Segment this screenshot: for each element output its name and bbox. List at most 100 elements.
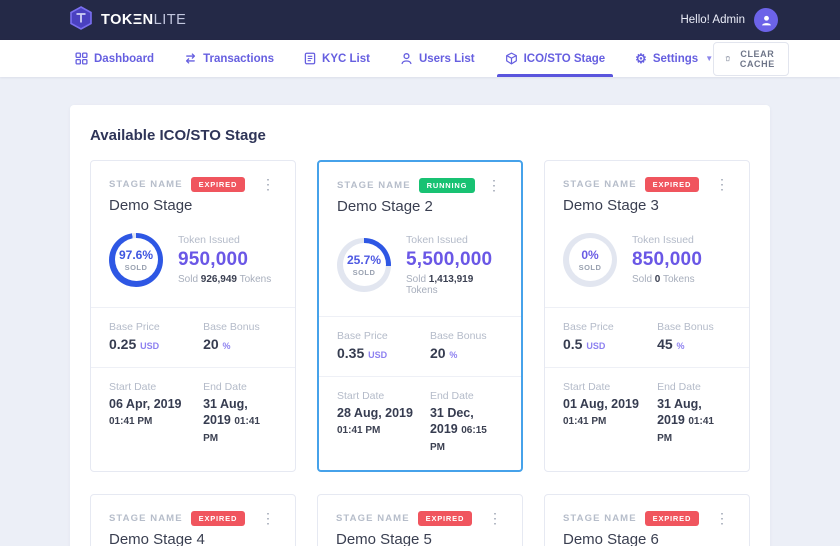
stage-card: STAGE NAME RUNNING ⋮ Demo Stage 2 25.7% … [317,160,523,472]
base-bonus-cell: Base Bonus 45 % [657,321,731,352]
start-date-cell: Start Date 06 Apr, 2019 01:41 PM [109,381,203,447]
token-issued-block: Token Issued 850,000 Sold 0 Tokens [632,234,702,285]
base-price-value: 0.5 [563,336,582,352]
status-badge: EXPIRED [645,177,700,192]
token-issued-block: Token Issued 950,000 Sold 926,949 Tokens [178,234,271,285]
topbar: TOKΞNLITE Hello! Admin [0,0,840,40]
user-icon [400,52,413,65]
kebab-menu-icon[interactable]: ⋮ [259,177,277,191]
clear-cache-button[interactable]: CLEAR CACHE [713,42,789,76]
nav-item-transactions[interactable]: Transactions [184,40,274,77]
stages-panel: Available ICO/STO Stage STAGE NAME EXPIR… [70,105,770,546]
nav-item-dashboard[interactable]: Dashboard [75,40,154,77]
stage-title: Demo Stage 6 [563,531,731,546]
status-badge: EXPIRED [191,177,246,192]
tokenlite-hexagon-icon [68,5,94,36]
end-date-label: End Date [430,390,503,402]
stage-name-label: STAGE NAME [336,513,410,524]
stage-card: STAGE NAME EXPIRED ⋮ Demo Stage 6 0% SOL… [544,494,750,546]
kebab-menu-icon[interactable]: ⋮ [485,178,503,192]
nav-item-kyc-list[interactable]: KYC List [304,40,370,77]
sold-tokens-line: Sold 1,413,919 Tokens [406,274,503,296]
stage-title: Demo Stage 5 [336,531,504,546]
token-issued-label: Token Issued [406,234,503,246]
stage-name-label: STAGE NAME [563,513,637,524]
status-badge: EXPIRED [645,511,700,526]
base-bonus-unit: % [223,341,231,351]
start-date-label: Start Date [337,390,430,402]
sold-tokens-value: 1,413,919 [429,274,474,285]
base-price-label: Base Price [109,321,203,333]
kebab-menu-icon[interactable]: ⋮ [259,511,277,525]
stage-title: Demo Stage 4 [109,531,277,546]
end-date-cell: End Date 31 Dec, 2019 06:15 PM [430,390,503,456]
stage-card: STAGE NAME EXPIRED ⋮ Demo Stage 5 0% SOL… [317,494,523,546]
stage-title: Demo Stage 2 [337,198,503,215]
status-badge: EXPIRED [191,511,246,526]
end-date-cell: End Date 31 Aug, 2019 01:41 PM [203,381,277,447]
sold-progress-ring: 97.6% SOLD [109,233,163,287]
sold-label: SOLD [353,268,376,277]
cube-icon [505,52,518,65]
start-date-label: Start Date [563,381,657,393]
base-price-unit: USD [140,341,159,351]
base-price-label: Base Price [337,330,430,342]
kebab-menu-icon[interactable]: ⋮ [713,511,731,525]
brand-logo[interactable]: TOKΞNLITE [68,5,186,36]
sold-tokens-value: 0 [655,274,661,285]
nav-item-settings[interactable]: ⚙ Settings ▼ [635,40,713,77]
kebab-menu-icon[interactable]: ⋮ [713,177,731,191]
user-avatar[interactable] [754,8,778,32]
base-price-cell: Base Price 0.25 USD [109,321,203,352]
token-issued-block: Token Issued 5,500,000 Sold 1,413,919 To… [406,234,503,296]
start-date-cell: Start Date 01 Aug, 2019 01:41 PM [563,381,657,447]
sold-percent-value: 0% [581,248,598,262]
stage-card: STAGE NAME EXPIRED ⋮ Demo Stage 97.6% SO… [90,160,296,472]
base-bonus-cell: Base Bonus 20 % [430,330,503,361]
page-title: Available ICO/STO Stage [90,127,750,144]
nav-item-users-list[interactable]: Users List [400,40,475,77]
base-bonus-value: 20 [430,345,446,361]
sold-progress-ring: 25.7% SOLD [337,238,391,292]
trash-icon [725,53,730,64]
stage-card-grid: STAGE NAME EXPIRED ⋮ Demo Stage 97.6% SO… [90,160,750,546]
start-time-value: 01:41 PM [563,416,606,427]
dates-row: Start Date 01 Aug, 2019 01:41 PM End Dat… [545,367,749,462]
base-price-cell: Base Price 0.35 USD [337,330,430,361]
person-icon [760,14,773,27]
chevron-down-icon: ▼ [705,54,713,63]
base-bonus-unit: % [449,350,457,360]
start-date-label: Start Date [109,381,203,393]
sold-tokens-line: Sold 0 Tokens [632,274,702,285]
base-bonus-label: Base Bonus [657,321,731,333]
token-issued-label: Token Issued [632,234,702,246]
greeting-text: Hello! Admin [680,14,745,26]
sold-tokens-line: Sold 926,949 Tokens [178,274,271,285]
base-bonus-label: Base Bonus [203,321,277,333]
token-issued-label: Token Issued [178,234,271,246]
stage-name-label: STAGE NAME [337,180,411,191]
base-bonus-label: Base Bonus [430,330,503,342]
kebab-menu-icon[interactable]: ⋮ [486,511,504,525]
base-bonus-cell: Base Bonus 20 % [203,321,277,352]
base-bonus-value: 20 [203,336,219,352]
token-issued-value: 850,000 [632,249,702,271]
base-price-label: Base Price [563,321,657,333]
stage-name-label: STAGE NAME [563,179,637,190]
stage-card: STAGE NAME EXPIRED ⋮ Demo Stage 4 0% SOL… [90,494,296,546]
end-date-cell: End Date 31 Aug, 2019 01:41 PM [657,381,731,447]
start-time-value: 01:41 PM [109,416,152,427]
sold-tokens-value: 926,949 [201,274,237,285]
token-issued-value: 950,000 [178,249,271,271]
base-price-unit: USD [586,341,605,351]
sold-progress-ring-inner: 97.6% SOLD [115,238,158,281]
sold-percent-value: 97.6% [119,248,153,262]
sold-progress-ring-inner: 25.7% SOLD [343,243,386,286]
nav-item-ico-sto-stage[interactable]: ICO/STO Stage [505,40,606,77]
sold-label: SOLD [579,263,602,272]
content-area: Available ICO/STO Stage STAGE NAME EXPIR… [0,105,840,546]
end-date-label: End Date [657,381,731,393]
end-date-label: End Date [203,381,277,393]
main-nav: Dashboard Transactions KYC List Users Li… [0,40,840,77]
sold-progress-ring-inner: 0% SOLD [569,238,612,281]
